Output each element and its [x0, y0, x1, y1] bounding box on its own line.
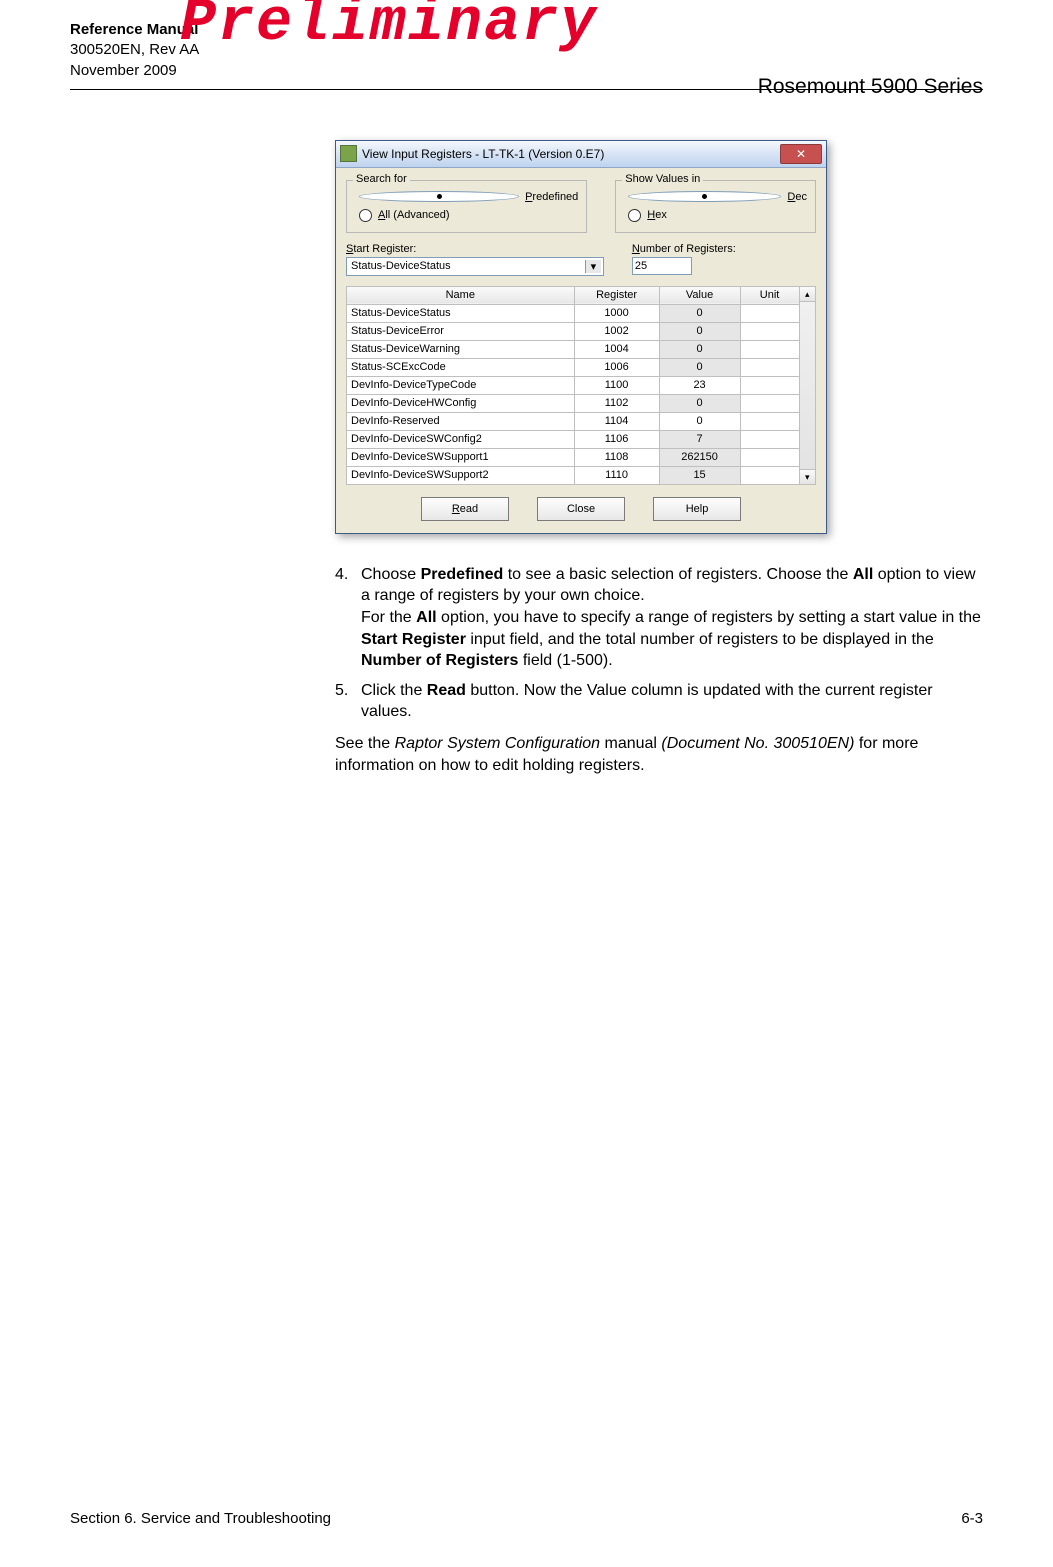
cell-value: 15: [659, 466, 740, 484]
scrollbar[interactable]: ▴ ▾: [800, 286, 816, 485]
table-row[interactable]: Status-DeviceWarning10040: [347, 340, 800, 358]
view-input-registers-dialog: View Input Registers - LT-TK-1 (Version …: [335, 140, 827, 534]
cell-value: 23: [659, 376, 740, 394]
col-register[interactable]: Register: [574, 286, 659, 304]
cell-register: 1004: [574, 340, 659, 358]
reference-paragraph: See the Raptor System Configuration manu…: [335, 733, 985, 776]
cell-name: DevInfo-DeviceSWSupport2: [347, 466, 575, 484]
cell-value: 0: [659, 358, 740, 376]
start-register-select[interactable]: Status-DeviceStatus ▾: [346, 257, 604, 276]
cell-register: 1110: [574, 466, 659, 484]
table-row[interactable]: Status-SCExcCode10060: [347, 358, 800, 376]
col-value[interactable]: Value: [659, 286, 740, 304]
radio-predefined[interactable]: Predefined: [359, 191, 578, 203]
dialog-titlebar[interactable]: View Input Registers - LT-TK-1 (Version …: [336, 141, 826, 168]
cell-unit: [740, 376, 799, 394]
dialog-title: View Input Registers - LT-TK-1 (Version …: [362, 147, 780, 161]
registers-table: Name Register Value Unit Status-DeviceSt…: [346, 286, 800, 485]
cell-register: 1006: [574, 358, 659, 376]
cell-value: 0: [659, 394, 740, 412]
cell-unit: [740, 448, 799, 466]
close-icon[interactable]: ✕: [780, 144, 822, 164]
number-of-registers-label: Number of Registers:: [632, 243, 816, 255]
read-button[interactable]: Read: [421, 497, 509, 521]
step-5: 5. Click the Read button. Now the Value …: [335, 680, 985, 723]
cell-unit: [740, 340, 799, 358]
radio-icon: [359, 209, 372, 222]
cell-unit: [740, 430, 799, 448]
cell-name: DevInfo-Reserved: [347, 412, 575, 430]
radio-hex[interactable]: Hex: [628, 209, 807, 222]
table-row[interactable]: DevInfo-DeviceTypeCode110023: [347, 376, 800, 394]
cell-name: DevInfo-DeviceTypeCode: [347, 376, 575, 394]
cell-name: DevInfo-DeviceHWConfig: [347, 394, 575, 412]
cell-register: 1100: [574, 376, 659, 394]
watermark-preliminary: Preliminary: [180, 0, 598, 58]
cell-name: Status-DeviceError: [347, 322, 575, 340]
table-row[interactable]: Status-DeviceError10020: [347, 322, 800, 340]
cell-name: Status-DeviceStatus: [347, 304, 575, 322]
scroll-up-icon[interactable]: ▴: [800, 287, 815, 302]
cell-register: 1106: [574, 430, 659, 448]
col-unit[interactable]: Unit: [740, 286, 799, 304]
scroll-down-icon[interactable]: ▾: [800, 469, 815, 484]
search-for-group: Search for Predefined All (Advanced): [346, 180, 587, 233]
table-row[interactable]: DevInfo-DeviceSWConfig211067: [347, 430, 800, 448]
cell-name: Status-SCExcCode: [347, 358, 575, 376]
cell-register: 1000: [574, 304, 659, 322]
table-row[interactable]: DevInfo-Reserved11040: [347, 412, 800, 430]
radio-dec[interactable]: Dec: [628, 191, 807, 203]
cell-unit: [740, 304, 799, 322]
dialog-figure: View Input Registers - LT-TK-1 (Version …: [335, 140, 985, 534]
cell-unit: [740, 412, 799, 430]
footer-section: Section 6. Service and Troubleshooting: [70, 1510, 331, 1527]
search-for-legend: Search for: [353, 173, 410, 185]
chevron-down-icon: ▾: [585, 260, 601, 273]
start-register-label: Start Register:: [346, 243, 604, 255]
show-values-group: Show Values in Dec Hex: [615, 180, 816, 233]
cell-unit: [740, 394, 799, 412]
product-series: Rosemount 5900 Series: [758, 75, 983, 99]
radio-icon: [628, 209, 641, 222]
table-row[interactable]: DevInfo-DeviceSWSupport2111015: [347, 466, 800, 484]
cell-unit: [740, 322, 799, 340]
cell-value: 0: [659, 304, 740, 322]
cell-register: 1002: [574, 322, 659, 340]
table-row[interactable]: Status-DeviceStatus10000: [347, 304, 800, 322]
number-of-registers-input[interactable]: [632, 257, 692, 275]
cell-register: 1104: [574, 412, 659, 430]
cell-name: DevInfo-DeviceSWSupport1: [347, 448, 575, 466]
instruction-text: 4. Choose Predefined to see a basic sele…: [335, 564, 985, 776]
cell-value: 262150: [659, 448, 740, 466]
window-icon: [340, 145, 357, 162]
cell-value: 0: [659, 412, 740, 430]
col-name[interactable]: Name: [347, 286, 575, 304]
cell-name: DevInfo-DeviceSWConfig2: [347, 430, 575, 448]
cell-register: 1108: [574, 448, 659, 466]
cell-value: 0: [659, 340, 740, 358]
radio-icon: [359, 191, 519, 202]
cell-unit: [740, 466, 799, 484]
cell-value: 0: [659, 322, 740, 340]
cell-register: 1102: [574, 394, 659, 412]
table-row[interactable]: DevInfo-DeviceSWSupport11108262150: [347, 448, 800, 466]
step-4: 4. Choose Predefined to see a basic sele…: [335, 564, 985, 672]
help-button[interactable]: Help: [653, 497, 741, 521]
cell-name: Status-DeviceWarning: [347, 340, 575, 358]
footer-page: 6-3: [961, 1510, 983, 1527]
cell-value: 7: [659, 430, 740, 448]
radio-all[interactable]: All (Advanced): [359, 209, 578, 222]
table-row[interactable]: DevInfo-DeviceHWConfig11020: [347, 394, 800, 412]
show-values-legend: Show Values in: [622, 173, 703, 185]
cell-unit: [740, 358, 799, 376]
radio-icon: [628, 191, 781, 202]
close-button[interactable]: Close: [537, 497, 625, 521]
